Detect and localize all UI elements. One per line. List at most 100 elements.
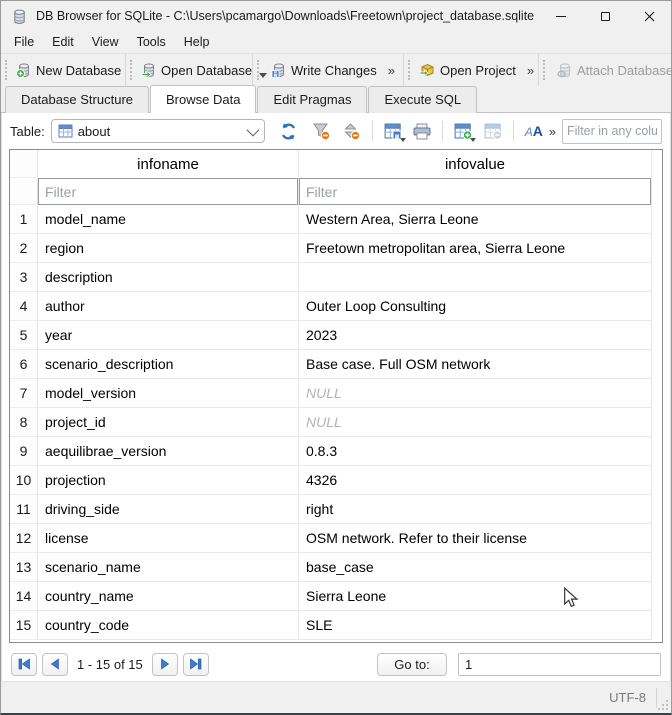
row-number[interactable]: 10 bbox=[10, 466, 38, 495]
cell-infoname[interactable]: country_name bbox=[38, 582, 299, 611]
cell-infoname[interactable]: region bbox=[38, 234, 299, 263]
previous-record-button[interactable] bbox=[42, 653, 68, 676]
font-settings-button[interactable]: AA bbox=[521, 119, 547, 143]
cell-infoname[interactable]: model_version bbox=[38, 379, 299, 408]
encoding-status[interactable]: UTF-8 bbox=[599, 688, 657, 708]
toolbar-separator bbox=[442, 121, 443, 141]
maximize-button[interactable] bbox=[583, 1, 627, 31]
open-database-button[interactable]: Open Database bbox=[136, 59, 257, 81]
maximize-icon bbox=[601, 12, 610, 21]
toolbar-drag-handle[interactable] bbox=[257, 60, 262, 80]
toolbar-overflow-chevron[interactable]: » bbox=[382, 63, 401, 78]
open-project-button[interactable]: Open Project bbox=[414, 59, 521, 81]
cell-infoname[interactable]: scenario_description bbox=[38, 350, 299, 379]
goto-button[interactable]: Go to: bbox=[377, 653, 447, 676]
cell-infoname[interactable]: license bbox=[38, 524, 299, 553]
cell-infoname[interactable]: year bbox=[38, 321, 299, 350]
menu-file[interactable]: File bbox=[5, 33, 43, 51]
delete-record-button[interactable] bbox=[480, 119, 506, 143]
cell-infovalue[interactable]: Outer Loop Consulting bbox=[299, 292, 652, 321]
cell-infovalue[interactable]: 0.8.3 bbox=[299, 437, 652, 466]
tab-database-structure[interactable]: Database Structure bbox=[5, 86, 149, 113]
attach-database-button[interactable]: Attach Database bbox=[552, 59, 672, 81]
filter-infovalue-input[interactable] bbox=[299, 178, 651, 205]
tab-execute-sql[interactable]: Execute SQL bbox=[368, 86, 477, 113]
toolbar-drag-handle[interactable] bbox=[5, 60, 7, 80]
cell-infovalue[interactable]: Base case. Full OSM network bbox=[299, 350, 652, 379]
cell-infovalue[interactable]: Sierra Leone bbox=[299, 582, 652, 611]
column-header-infoname[interactable]: infoname bbox=[38, 150, 299, 178]
delete-record-icon bbox=[483, 122, 503, 141]
row-number[interactable]: 9 bbox=[10, 437, 38, 466]
open-database-icon bbox=[141, 62, 157, 78]
browse-data-panel: Table: about bbox=[1, 113, 671, 681]
row-number[interactable]: 12 bbox=[10, 524, 38, 553]
cell-infoname[interactable]: projection bbox=[38, 466, 299, 495]
row-number[interactable]: 7 bbox=[10, 379, 38, 408]
row-number[interactable]: 11 bbox=[10, 495, 38, 524]
menu-edit[interactable]: Edit bbox=[43, 33, 83, 51]
cell-infovalue[interactable]: Western Area, Sierra Leone bbox=[299, 205, 652, 234]
row-number[interactable]: 13 bbox=[10, 553, 38, 582]
new-database-button[interactable]: New Database bbox=[11, 59, 126, 81]
toolbar-drag-handle[interactable] bbox=[543, 60, 548, 80]
filter-any-column-input[interactable] bbox=[562, 119, 662, 144]
cell-infovalue-null[interactable]: NULL bbox=[299, 408, 652, 437]
clear-sorting-button[interactable] bbox=[339, 119, 365, 143]
filter-infoname-input[interactable] bbox=[38, 178, 298, 205]
cell-infovalue[interactable]: OSM network. Refer to their license bbox=[299, 524, 652, 553]
menu-help[interactable]: Help bbox=[175, 33, 219, 51]
table-select[interactable]: about bbox=[51, 119, 266, 143]
row-number[interactable]: 3 bbox=[10, 263, 38, 292]
minimize-button[interactable] bbox=[539, 1, 583, 31]
column-header-infovalue[interactable]: infovalue bbox=[299, 150, 652, 178]
table-row: 12 license OSM network. Refer to their l… bbox=[10, 524, 652, 553]
toolbar-drag-handle[interactable] bbox=[130, 60, 132, 80]
menu-tools[interactable]: Tools bbox=[128, 33, 175, 51]
cell-infovalue[interactable]: SLE bbox=[299, 611, 652, 640]
first-record-button[interactable] bbox=[11, 653, 37, 676]
title-bar[interactable]: DB Browser for SQLite - C:\Users\pcamarg… bbox=[1, 1, 671, 31]
tab-browse-data[interactable]: Browse Data bbox=[150, 85, 256, 113]
cell-infoname[interactable]: aequilibrae_version bbox=[38, 437, 299, 466]
next-record-button[interactable] bbox=[152, 653, 178, 676]
tab-edit-pragmas[interactable]: Edit Pragmas bbox=[257, 86, 367, 113]
controls-overflow-chevron[interactable]: » bbox=[549, 124, 556, 139]
refresh-button[interactable] bbox=[275, 119, 301, 143]
cell-infovalue[interactable]: Freetown metropolitan area, Sierra Leone bbox=[299, 234, 652, 263]
menu-view[interactable]: View bbox=[83, 33, 128, 51]
insert-record-button[interactable] bbox=[450, 119, 476, 143]
row-number[interactable]: 5 bbox=[10, 321, 38, 350]
close-button[interactable] bbox=[627, 1, 671, 31]
row-number[interactable]: 8 bbox=[10, 408, 38, 437]
row-number[interactable]: 6 bbox=[10, 350, 38, 379]
clear-filters-button[interactable] bbox=[309, 119, 335, 143]
cell-infoname[interactable]: model_name bbox=[38, 205, 299, 234]
cell-infovalue[interactable] bbox=[299, 263, 652, 292]
row-number[interactable]: 1 bbox=[10, 205, 38, 234]
save-results-button[interactable] bbox=[380, 119, 406, 143]
toolbar-drag-handle[interactable] bbox=[408, 60, 410, 80]
row-number[interactable]: 2 bbox=[10, 234, 38, 263]
cell-infoname[interactable]: project_id bbox=[38, 408, 299, 437]
cell-infovalue-null[interactable]: NULL bbox=[299, 379, 652, 408]
toolbar-overflow-chevron[interactable]: » bbox=[521, 63, 540, 78]
goto-record-input[interactable] bbox=[458, 653, 661, 676]
print-button[interactable] bbox=[410, 119, 436, 143]
cell-infoname[interactable]: driving_side bbox=[38, 495, 299, 524]
row-number[interactable]: 15 bbox=[10, 611, 38, 640]
row-number[interactable]: 4 bbox=[10, 292, 38, 321]
write-changes-button[interactable]: Write Changes bbox=[266, 59, 382, 81]
cell-infoname[interactable]: description bbox=[38, 263, 299, 292]
cell-infoname[interactable]: scenario_name bbox=[38, 553, 299, 582]
row-number[interactable]: 14 bbox=[10, 582, 38, 611]
cell-infovalue[interactable]: 4326 bbox=[299, 466, 652, 495]
resize-grip-icon[interactable] bbox=[657, 699, 669, 711]
new-database-label: New Database bbox=[36, 63, 121, 78]
cell-infovalue[interactable]: 2023 bbox=[299, 321, 652, 350]
cell-infovalue[interactable]: base_case bbox=[299, 553, 652, 582]
cell-infoname[interactable]: country_code bbox=[38, 611, 299, 640]
cell-infovalue[interactable]: right bbox=[299, 495, 652, 524]
cell-infoname[interactable]: author bbox=[38, 292, 299, 321]
last-record-button[interactable] bbox=[183, 653, 209, 676]
